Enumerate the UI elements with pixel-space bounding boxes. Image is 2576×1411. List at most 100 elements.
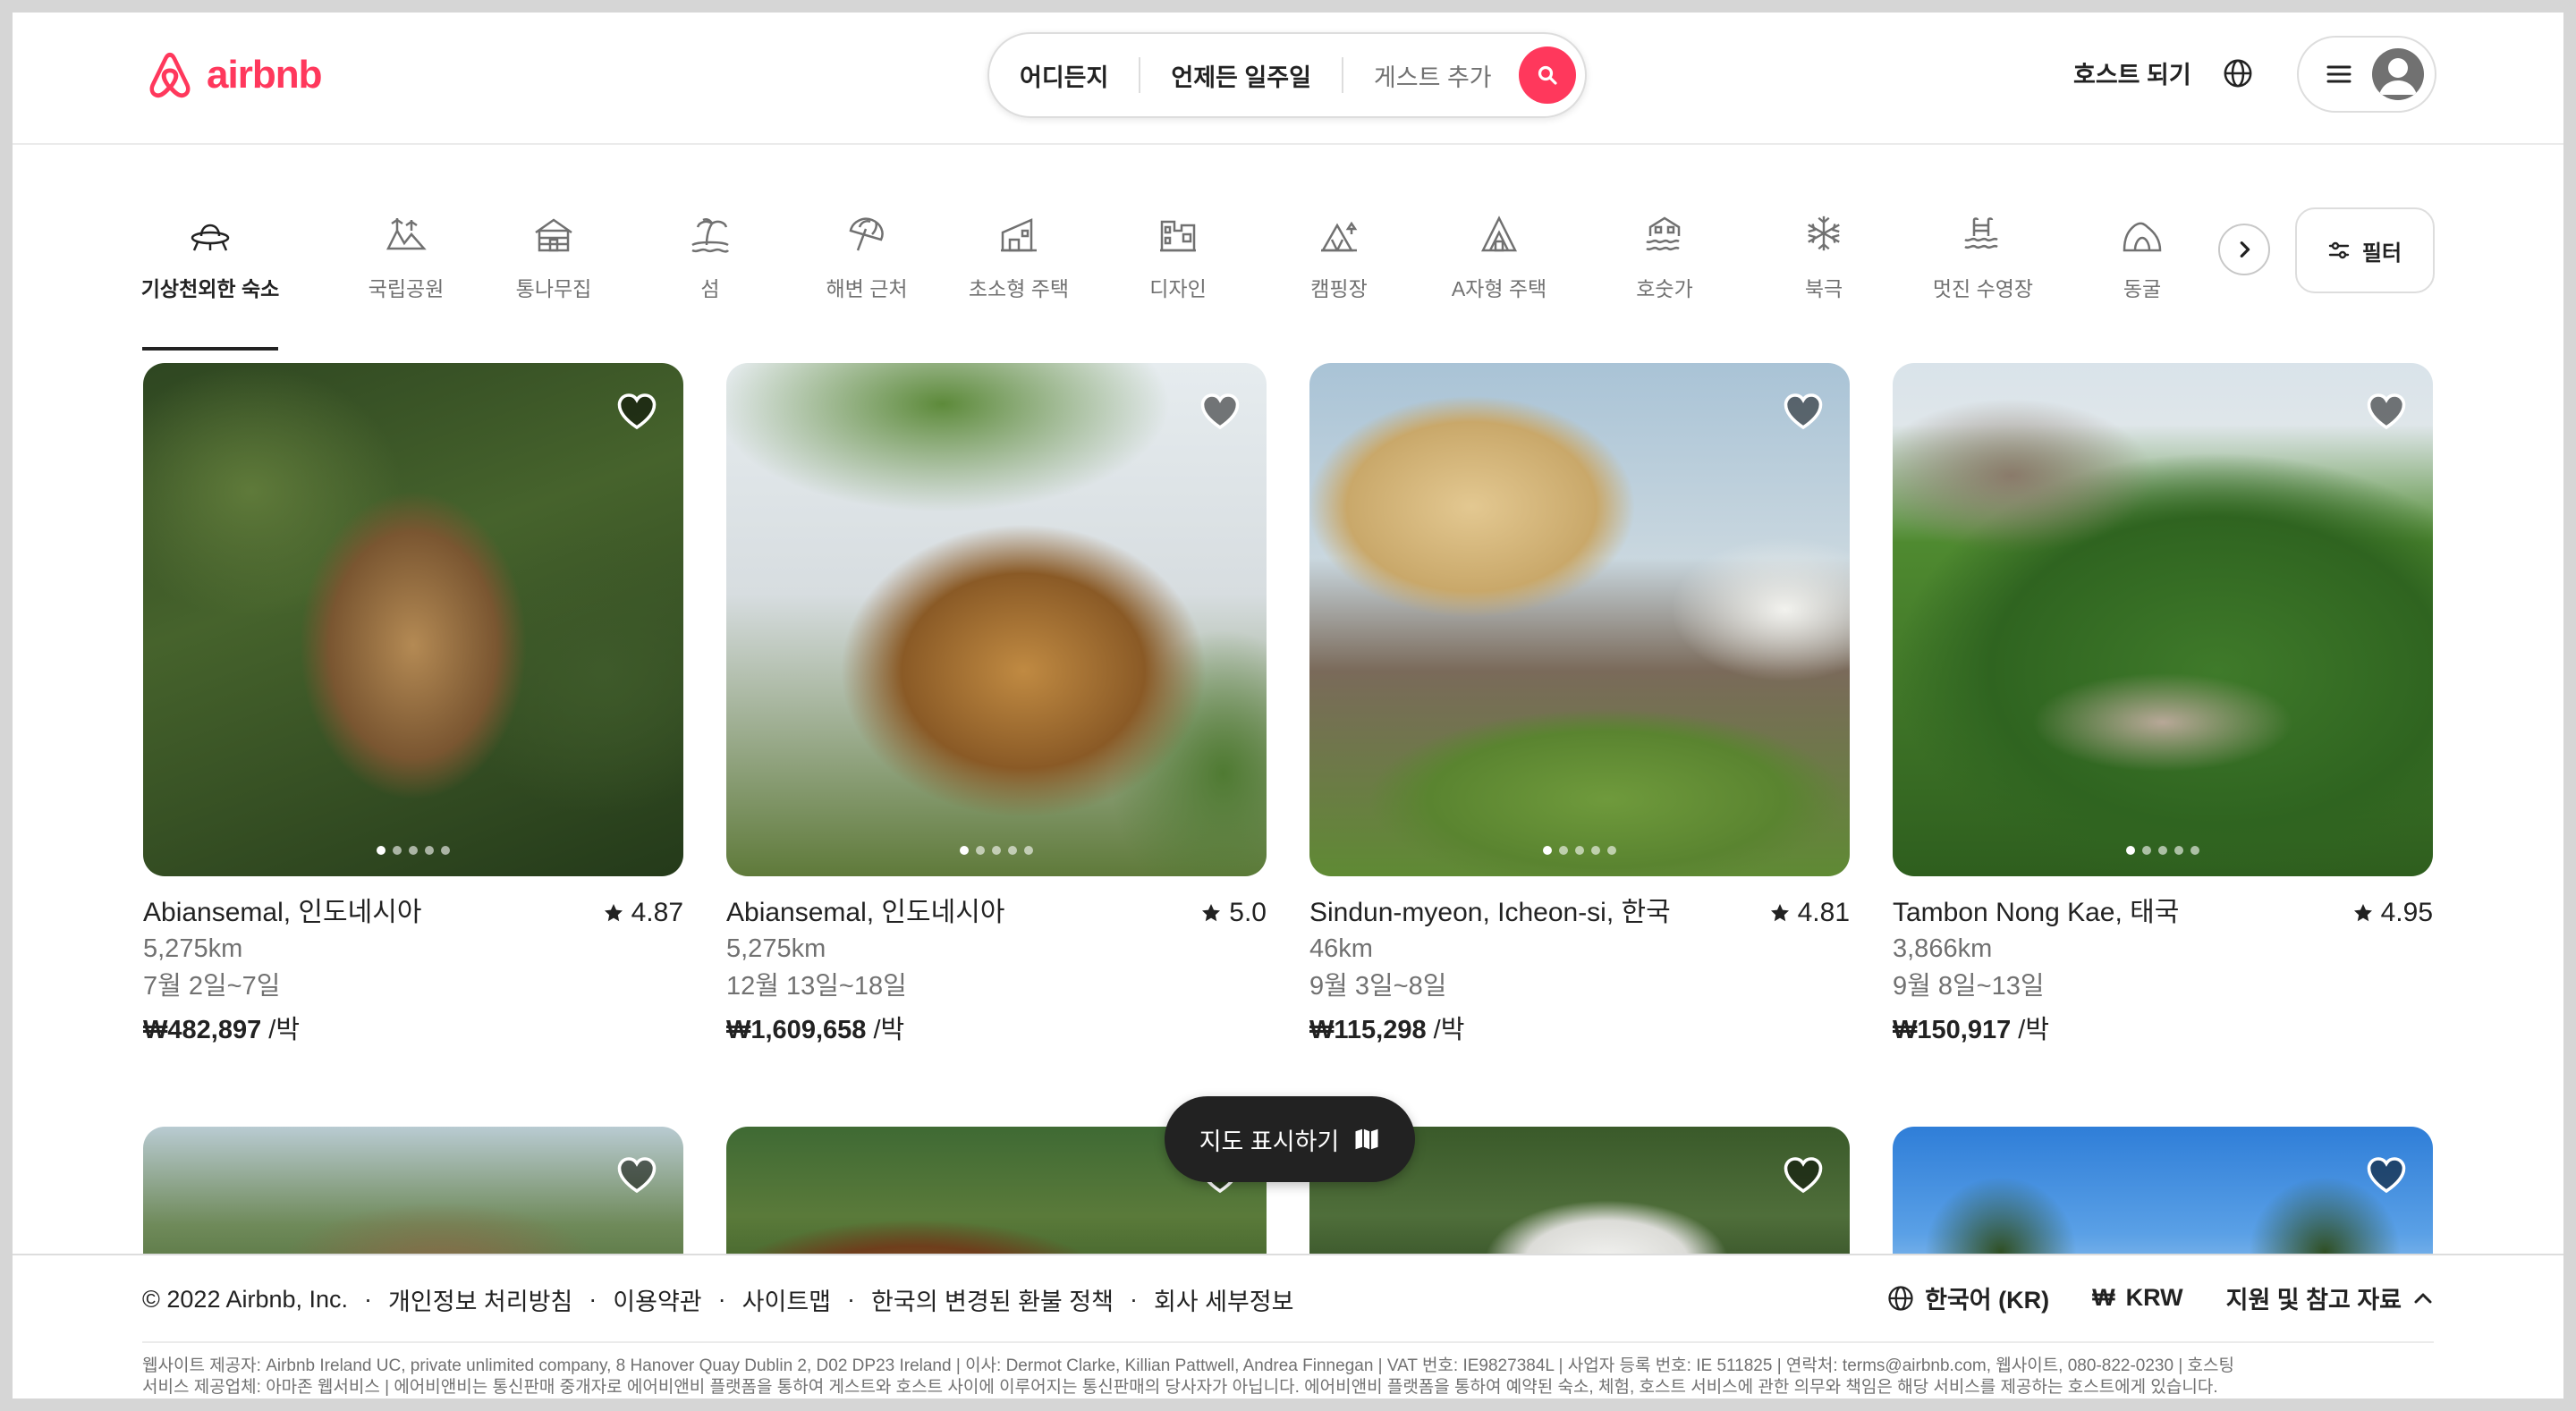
cabin-icon: [535, 218, 572, 252]
category-item[interactable]: 기상천외한 숙소: [141, 202, 279, 351]
category-item[interactable]: 디자인: [1142, 202, 1214, 336]
listing-dates: 12월 13일~18일: [726, 972, 907, 1001]
browser-viewport: airbnb 어디든지 언제든 일주일 게스트 추가 호스트 되기 기상천외한: [13, 13, 2563, 1398]
design-building-icon: [1160, 220, 1196, 252]
listing-price: ₩482,897: [143, 1016, 262, 1044]
listing-card[interactable]: Tambon Nong Kae, 태국 4.95 3,866km 9월 8일~1…: [1893, 363, 2433, 1048]
airbnb-logo-icon: [149, 52, 191, 98]
listing-rating: 5.0: [1229, 898, 1267, 927]
user-menu-button[interactable]: [2297, 36, 2436, 113]
currency-selector[interactable]: ₩ KRW: [2092, 1284, 2182, 1312]
listing-photo[interactable]: [726, 363, 1267, 876]
listing-distance: 5,275km: [726, 934, 826, 963]
category-bar: 기상천외한 숙소 국립공원 통나무집 섬 해변 근처 초소형 주택 디자인 캠핑…: [141, 202, 2226, 351]
search-button[interactable]: [1518, 46, 1576, 104]
listing-rating: 4.87: [631, 898, 683, 927]
heart-icon[interactable]: [1782, 390, 1825, 433]
logo-text: airbnb: [207, 53, 322, 97]
listing-distance: 46km: [1309, 934, 1373, 963]
category-item[interactable]: A자형 주택: [1450, 202, 1548, 336]
search-where[interactable]: 어디든지: [989, 57, 1139, 93]
listing-photo[interactable]: [1893, 363, 2433, 876]
island-icon: [691, 217, 730, 253]
category-item[interactable]: 초소형 주택: [965, 202, 1072, 336]
star-icon: [2353, 904, 2372, 922]
national-park-icon: [386, 218, 427, 250]
avatar: [2372, 48, 2424, 100]
heart-icon[interactable]: [615, 390, 658, 433]
search-when[interactable]: 언제든 일주일: [1140, 57, 1342, 93]
footer-link-sitemap[interactable]: 사이트맵: [742, 1282, 831, 1317]
category-item[interactable]: 섬: [674, 202, 746, 336]
footer-link-privacy[interactable]: 개인정보 처리방침: [388, 1282, 572, 1317]
search-bar[interactable]: 어디든지 언제든 일주일 게스트 추가: [987, 32, 1587, 118]
cave-icon: [2123, 222, 2162, 252]
listing-distance: 5,275km: [143, 934, 243, 963]
legal-text: 웹사이트 제공자: Airbnb Ireland UC, private unl…: [142, 1356, 2235, 1397]
listing-location: Abiansemal, 인도네시아: [726, 898, 1005, 927]
camping-icon: [1320, 221, 1358, 252]
listing-rating: 4.81: [1797, 898, 1850, 927]
category-item[interactable]: 동굴: [2106, 202, 2178, 336]
category-item[interactable]: 호숫가: [1629, 202, 1700, 336]
globe-icon: [2224, 59, 2252, 88]
footer-link-refund-policy[interactable]: 한국의 변경된 환불 정책: [871, 1282, 1114, 1317]
airbnb-logo[interactable]: airbnb: [142, 46, 322, 104]
show-map-button[interactable]: 지도 표시하기: [1165, 1096, 1415, 1182]
listing-photo[interactable]: [143, 363, 683, 876]
footer-link-company-details[interactable]: 회사 세부정보: [1154, 1282, 1294, 1317]
heart-icon[interactable]: [1782, 1153, 1825, 1196]
listing-card[interactable]: Sindun-myeon, Icheon-si, 한국 4.81 46km 9월…: [1309, 363, 1850, 1048]
listing-card[interactable]: Abiansemal, 인도네시아 5.0 5,275km 12월 13일~18…: [726, 363, 1267, 1048]
category-item[interactable]: 국립공원: [357, 202, 455, 336]
globe-icon: [1888, 1285, 1913, 1311]
heart-icon[interactable]: [2365, 390, 2408, 433]
photo-carousel-dots: [1309, 846, 1850, 855]
footer-divider: [142, 1341, 2434, 1343]
category-item[interactable]: 캠핑장: [1303, 202, 1375, 336]
currency-symbol: ₩: [2092, 1284, 2115, 1311]
beach-umbrella-icon: [849, 217, 884, 251]
search-guests[interactable]: 게스트 추가: [1343, 57, 1510, 93]
language-selector[interactable]: 한국어 (KR): [1887, 1280, 2049, 1315]
heart-icon[interactable]: [1199, 390, 1241, 433]
pool-icon: [1964, 217, 1998, 249]
footer-settings: 한국어 (KR) ₩ KRW 지원 및 참고 자료: [1887, 1280, 2434, 1315]
listing-price: ₩115,298: [1309, 1016, 1427, 1044]
hamburger-menu-icon: [2326, 65, 2351, 83]
footer-link-terms[interactable]: 이용약관: [613, 1282, 701, 1317]
snowflake-icon: [1808, 215, 1840, 251]
heart-icon[interactable]: [615, 1153, 658, 1196]
language-button[interactable]: [2218, 54, 2258, 93]
photo-carousel-dots: [726, 846, 1267, 855]
filter-sliders-icon: [2328, 241, 2350, 259]
listing-photo[interactable]: [1309, 363, 1850, 876]
map-icon: [1355, 1128, 1378, 1150]
category-item[interactable]: 북극: [1788, 202, 1860, 336]
chevron-up-icon: [2414, 1293, 2432, 1303]
active-category-underline: [142, 347, 278, 351]
listing-dates: 7월 2일~7일: [143, 972, 281, 1001]
category-next-button[interactable]: [2218, 224, 2270, 275]
listing-card[interactable]: Abiansemal, 인도네시아 4.87 5,275km 7월 2일~7일 …: [143, 363, 683, 1048]
listing-dates: 9월 8일~13일: [1893, 972, 2045, 1001]
chevron-right-icon: [2240, 241, 2250, 258]
filter-button[interactable]: 필터: [2295, 207, 2435, 293]
category-item[interactable]: 해변 근처: [822, 202, 911, 336]
footer: © 2022 Airbnb, Inc. · 개인정보 처리방침 · 이용약관 ·…: [13, 1254, 2563, 1398]
photo-carousel-dots: [143, 846, 683, 855]
category-item[interactable]: 멋진 수영장: [1929, 202, 2037, 336]
support-resources-toggle[interactable]: 지원 및 참고 자료: [2226, 1280, 2434, 1315]
copyright-text: © 2022 Airbnb, Inc.: [142, 1286, 349, 1313]
become-host-link[interactable]: 호스트 되기: [2073, 55, 2191, 90]
user-icon: [2379, 58, 2417, 95]
ufo-icon: [191, 224, 230, 251]
star-icon: [604, 904, 623, 922]
listing-location: Sindun-myeon, Icheon-si, 한국: [1309, 898, 1671, 927]
search-icon: [1538, 65, 1557, 85]
listing-price-unit: /박: [2018, 1016, 2050, 1044]
heart-icon[interactable]: [2365, 1153, 2408, 1196]
listing-location: Tambon Nong Kae, 태국: [1893, 898, 2180, 927]
category-item[interactable]: 통나무집: [509, 202, 598, 336]
listing-price: ₩1,609,658: [726, 1016, 867, 1044]
